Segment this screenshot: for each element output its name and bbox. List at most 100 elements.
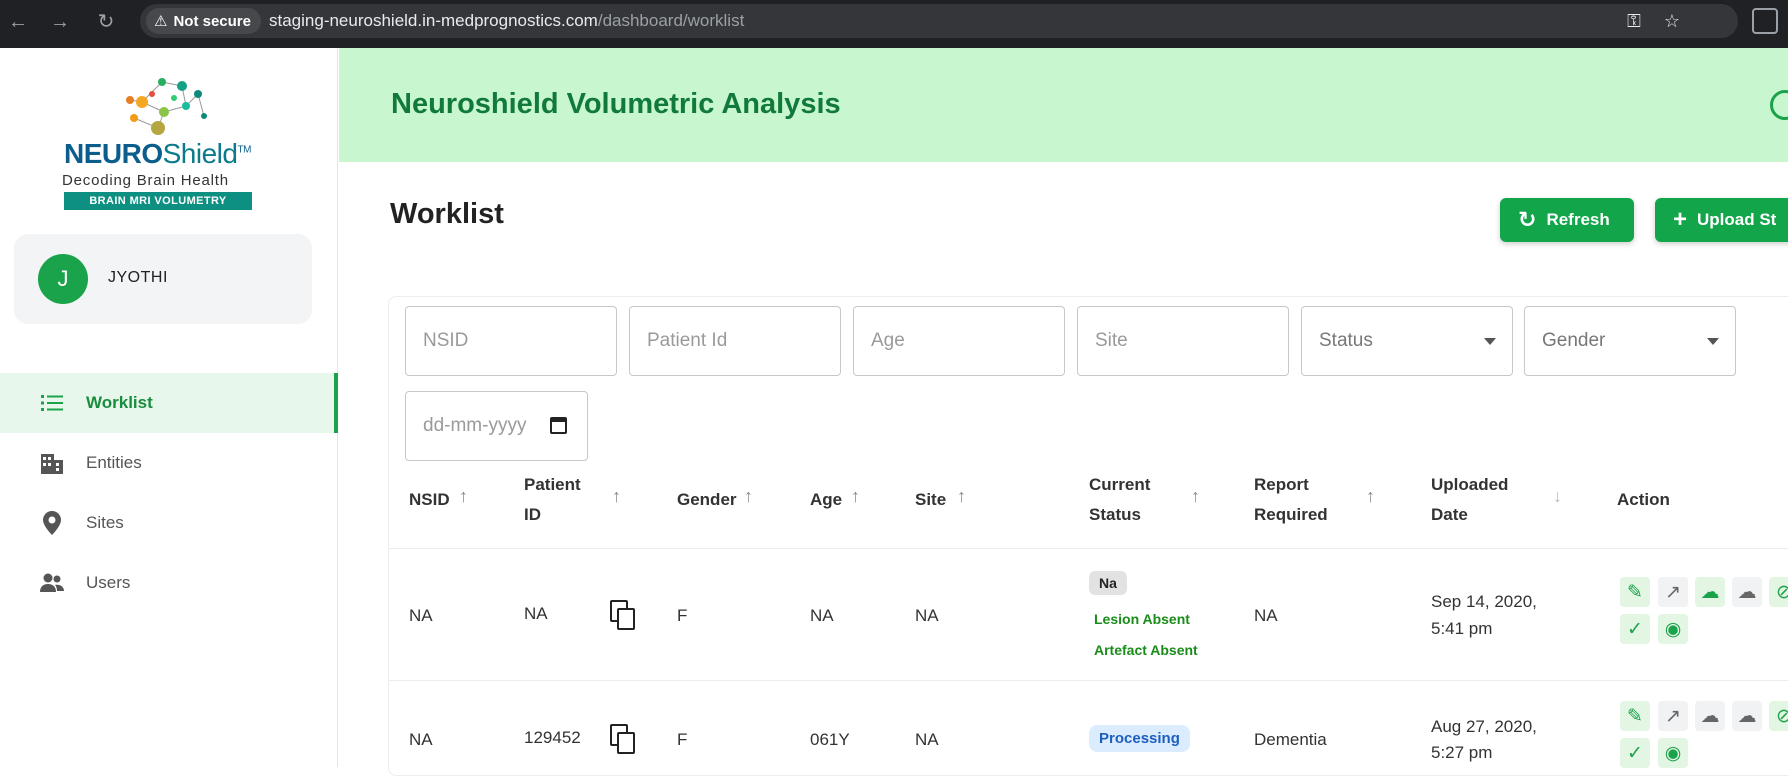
sort-arrow-up-icon[interactable]: ↑ xyxy=(744,486,753,507)
avatar: J xyxy=(38,254,88,304)
building-icon xyxy=(40,451,64,475)
row-divider xyxy=(389,548,1788,549)
cell-patient-id: 129452 xyxy=(524,728,581,747)
calendar-icon[interactable] xyxy=(550,417,567,434)
col-header-gender[interactable]: Gender xyxy=(677,485,737,515)
age-filter[interactable] xyxy=(853,306,1065,376)
cell-uploaded-time: 5:27 pm xyxy=(1431,743,1493,762)
users-icon xyxy=(40,571,64,595)
trend-chart-icon[interactable]: ↗ xyxy=(1658,701,1688,731)
patient-id-filter[interactable] xyxy=(629,306,841,376)
trend-chart-icon[interactable]: ↗ xyxy=(1658,577,1688,607)
page-title: Worklist xyxy=(390,198,504,230)
cell-uploaded-date: Sep 14, 2020, xyxy=(1431,592,1537,611)
edit-icon[interactable]: ✎ xyxy=(1620,701,1650,731)
cell-nsid: NA xyxy=(409,606,433,625)
cloud-download-icon[interactable]: ☁ xyxy=(1695,577,1725,607)
app-header: Neuroshield Volumetric Analysis xyxy=(339,48,1788,162)
sidebar-item-worklist[interactable]: Worklist xyxy=(0,373,338,433)
age-input[interactable] xyxy=(854,307,1064,375)
sidebar-item-entities[interactable]: Entities xyxy=(0,433,338,493)
sort-arrow-up-icon[interactable]: ↑ xyxy=(851,486,860,507)
status-badge: Processing xyxy=(1089,725,1190,752)
cell-age: 061Y xyxy=(810,730,850,749)
col-header-patient-id[interactable]: Patient ID xyxy=(524,470,581,530)
cancel-icon[interactable]: ⊘ xyxy=(1769,577,1788,607)
sort-arrow-up-icon[interactable]: ↑ xyxy=(459,486,468,507)
site-input[interactable] xyxy=(1078,307,1288,375)
refresh-icon: ↻ xyxy=(1518,207,1537,232)
col-header-site[interactable]: Site xyxy=(915,485,946,515)
cell-report-required: NA xyxy=(1254,606,1278,625)
sidebar-item-users[interactable]: Users xyxy=(0,553,338,613)
cloud-upload-icon[interactable]: ☁ xyxy=(1732,701,1762,731)
warning-icon: ⚠ xyxy=(154,13,168,30)
cell-gender: F xyxy=(677,730,688,749)
refresh-button[interactable]: ↻ Refresh xyxy=(1500,198,1634,242)
app-title: Neuroshield Volumetric Analysis xyxy=(391,88,841,120)
artefact-status: Artefact Absent xyxy=(1094,642,1198,658)
sort-arrow-up-icon[interactable]: ↑ xyxy=(612,486,621,507)
patient-id-input[interactable] xyxy=(630,307,840,375)
check-icon[interactable]: ✓ xyxy=(1620,614,1650,644)
sidebar-item-sites[interactable]: Sites xyxy=(0,493,338,553)
copy-icon[interactable] xyxy=(610,724,636,754)
cloud-download-icon[interactable]: ☁ xyxy=(1695,701,1725,731)
date-filter[interactable]: dd-mm-yyyy xyxy=(405,391,588,461)
nsid-input[interactable] xyxy=(406,307,616,375)
copy-icon[interactable] xyxy=(610,600,636,630)
check-icon[interactable]: ✓ xyxy=(1620,738,1650,768)
site-filter[interactable] xyxy=(1077,306,1289,376)
cell-report-required: Dementia xyxy=(1254,730,1327,749)
status-badge: Na xyxy=(1089,571,1127,595)
view-eye-icon[interactable]: ◉ xyxy=(1658,738,1688,768)
back-icon[interactable]: ← xyxy=(4,8,32,36)
sidebar-item-label: Users xyxy=(86,573,131,592)
user-name: JYOTHI xyxy=(108,269,168,286)
nsid-filter[interactable] xyxy=(405,306,617,376)
sidebar-item-label: Worklist xyxy=(86,393,153,412)
brand-band: BRAIN MRI VOLUMETRY xyxy=(64,192,252,210)
sort-arrow-up-icon[interactable]: ↑ xyxy=(1366,486,1375,507)
col-header-action: Action xyxy=(1617,490,1670,509)
extensions-icon[interactable] xyxy=(1752,8,1778,34)
sidebar-item-label: Entities xyxy=(86,453,142,472)
sort-arrow-up-icon[interactable]: ↑ xyxy=(957,486,966,507)
gender-select[interactable]: Gender xyxy=(1524,306,1736,376)
cell-age: NA xyxy=(810,606,834,625)
chevron-down-icon xyxy=(1484,338,1496,345)
cancel-icon[interactable]: ⊘ xyxy=(1769,701,1788,731)
view-eye-icon[interactable]: ◉ xyxy=(1658,614,1688,644)
lesion-status: Lesion Absent xyxy=(1094,611,1190,627)
list-icon xyxy=(40,391,64,415)
reload-icon[interactable]: ↻ xyxy=(92,8,120,36)
sidebar-item-label: Sites xyxy=(86,513,124,532)
url-text[interactable]: staging-neuroshield.in-medprognostics.co… xyxy=(269,11,744,31)
security-chip[interactable]: ⚠ Not secure xyxy=(146,8,261,34)
key-icon[interactable]: ⚿ xyxy=(1622,10,1646,34)
star-icon[interactable]: ☆ xyxy=(1660,10,1684,34)
row-divider xyxy=(389,680,1788,681)
upload-study-button[interactable]: + Upload St xyxy=(1655,198,1788,242)
col-header-nsid[interactable]: NSID xyxy=(409,485,450,515)
forward-icon[interactable]: → xyxy=(46,8,74,36)
cell-patient-id: NA xyxy=(524,604,548,623)
status-select[interactable]: Status xyxy=(1301,306,1513,376)
cloud-upload-icon[interactable]: ☁ xyxy=(1732,577,1762,607)
edit-icon[interactable]: ✎ xyxy=(1620,577,1650,607)
sort-arrow-down-icon[interactable]: ↓ xyxy=(1553,486,1562,507)
security-label: Not secure xyxy=(173,12,251,30)
address-bar[interactable]: ⚠ Not secure staging-neuroshield.in-medp… xyxy=(140,4,1738,38)
plus-icon: + xyxy=(1673,206,1688,233)
browser-toolbar: ← → ↻ ⚠ Not secure staging-neuroshield.i… xyxy=(0,0,1788,48)
user-card[interactable]: J JYOTHI xyxy=(14,234,312,324)
profile-circle-icon[interactable] xyxy=(1770,90,1788,120)
sort-arrow-up-icon[interactable]: ↑ xyxy=(1191,486,1200,507)
col-header-report-required[interactable]: Report Required xyxy=(1254,470,1328,530)
col-header-current-status[interactable]: Current Status xyxy=(1089,470,1150,530)
neuroshield-logo: NEUROShieldTM Decoding Brain Health BRAI… xyxy=(56,72,278,212)
col-header-age[interactable]: Age xyxy=(810,485,842,515)
cell-gender: F xyxy=(677,606,688,625)
cell-site: NA xyxy=(915,730,939,749)
col-header-uploaded-date[interactable]: Uploaded Date xyxy=(1431,470,1508,530)
